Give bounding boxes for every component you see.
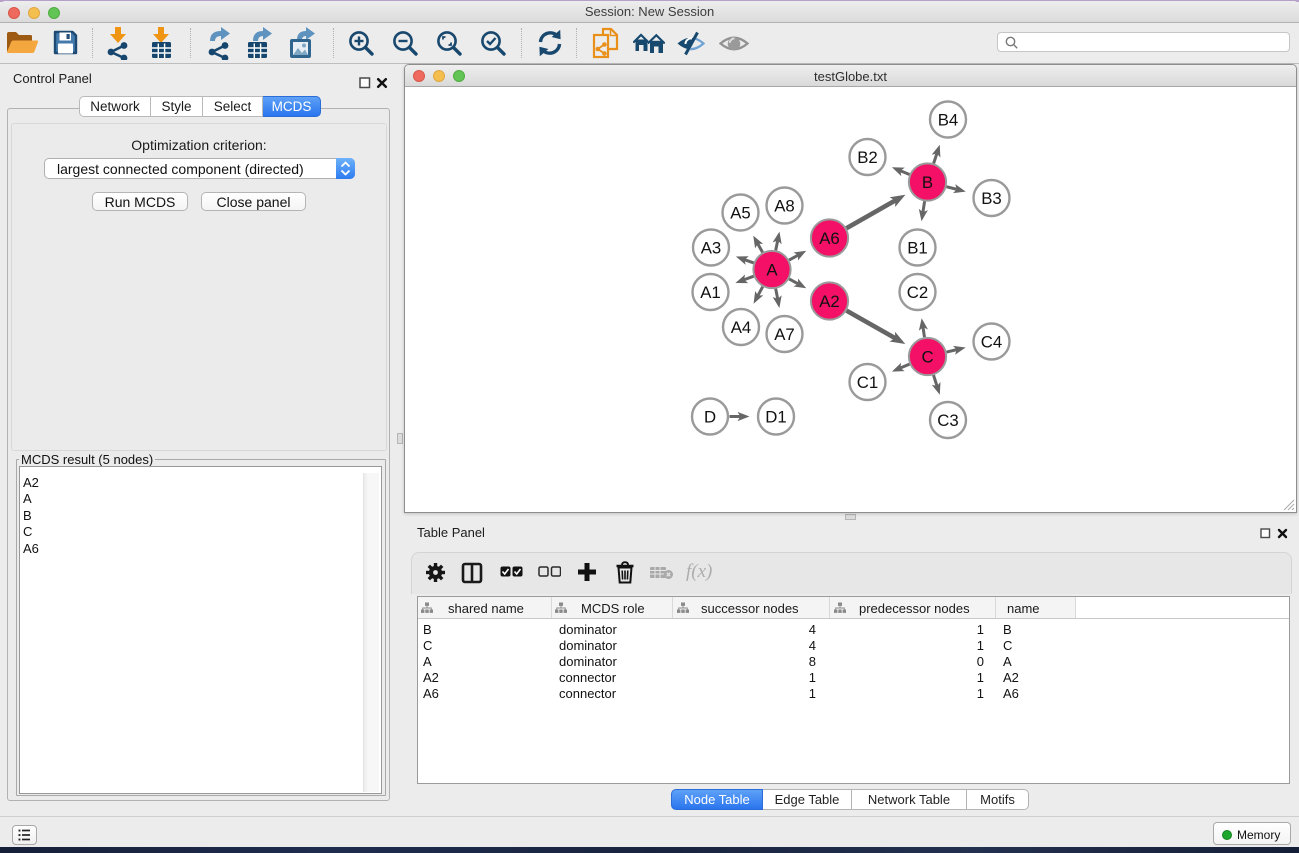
- svg-text:A4: A4: [731, 318, 752, 337]
- svg-text:B1: B1: [907, 238, 928, 257]
- svg-text:A7: A7: [774, 325, 795, 344]
- svg-text:A8: A8: [774, 196, 795, 215]
- svg-text:A5: A5: [730, 203, 751, 222]
- svg-text:C2: C2: [907, 283, 928, 302]
- svg-text:B2: B2: [857, 148, 878, 167]
- svg-text:C3: C3: [937, 411, 958, 430]
- svg-text:D: D: [704, 407, 716, 426]
- svg-text:B4: B4: [938, 110, 959, 129]
- svg-text:A1: A1: [700, 283, 721, 302]
- svg-text:A: A: [766, 260, 778, 279]
- svg-text:B3: B3: [981, 189, 1002, 208]
- svg-text:C4: C4: [981, 332, 1002, 351]
- svg-text:C1: C1: [857, 373, 878, 392]
- svg-text:B: B: [922, 173, 933, 192]
- svg-text:A6: A6: [819, 229, 840, 248]
- svg-text:C: C: [921, 347, 933, 366]
- svg-text:A3: A3: [701, 238, 722, 257]
- svg-text:A2: A2: [819, 292, 840, 311]
- svg-text:D1: D1: [765, 407, 786, 426]
